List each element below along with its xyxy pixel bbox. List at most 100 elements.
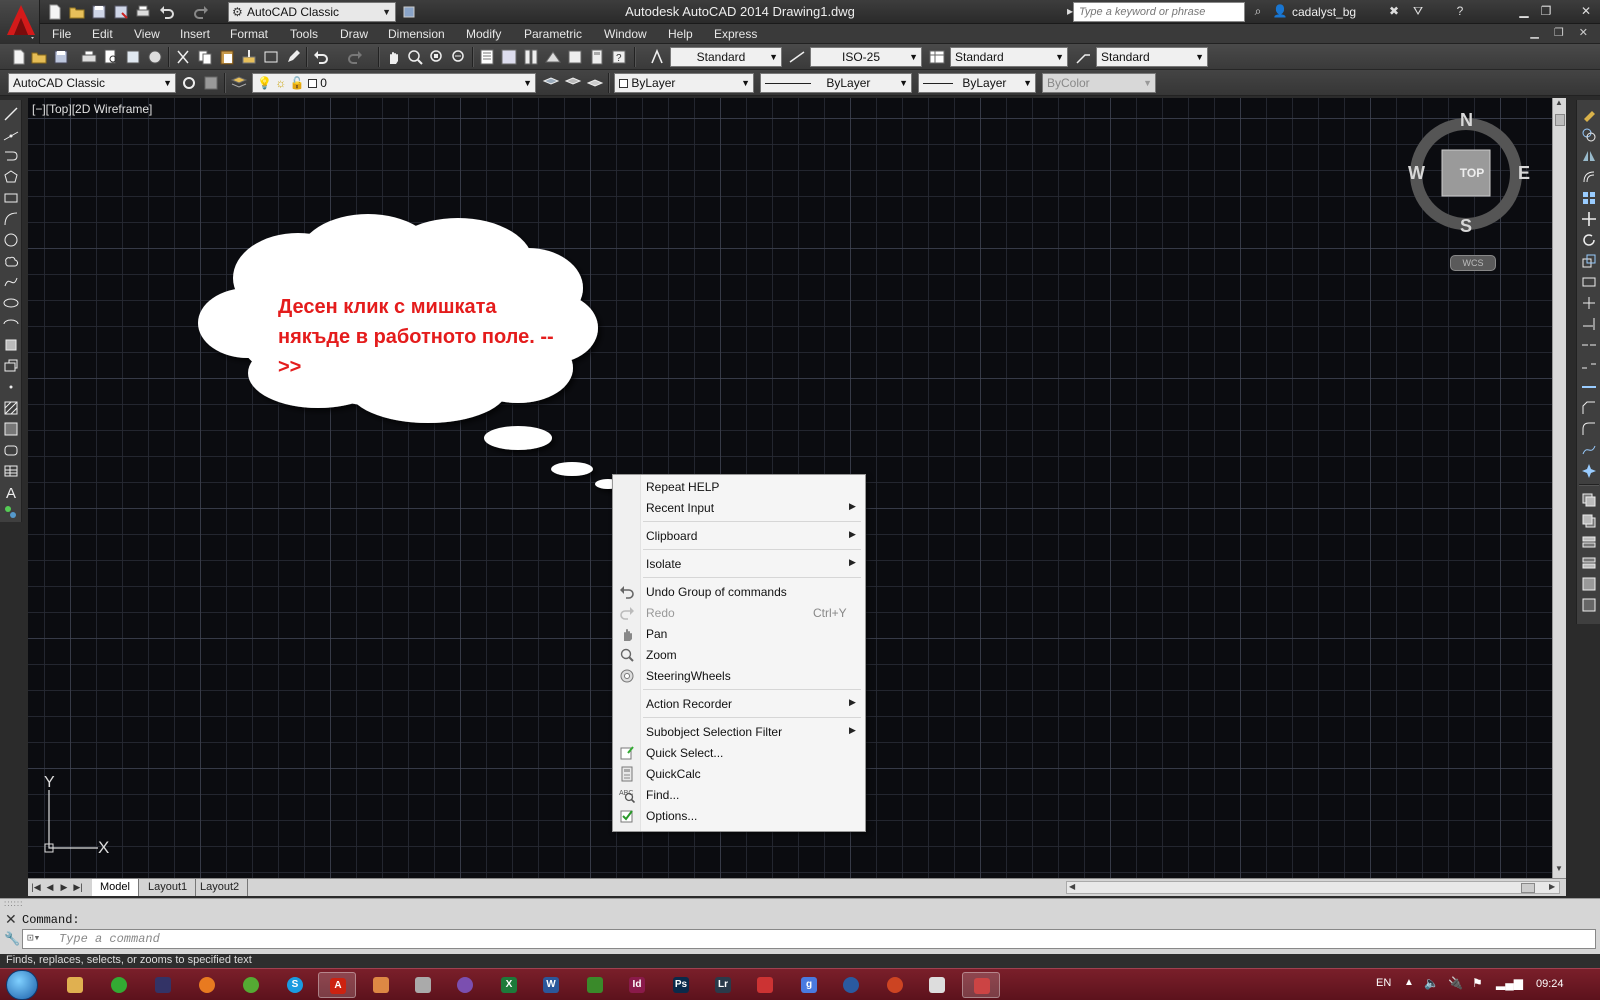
multileader-style-combo[interactable]: Standard ▼ [1096, 47, 1208, 67]
autocad-logo[interactable] [0, 0, 40, 44]
close-icon[interactable]: ✕ [1576, 2, 1596, 20]
menu-item-quick-select[interactable]: Quick Select... [613, 743, 865, 763]
send-under-icon[interactable] [1581, 555, 1597, 571]
scrollbar-thumb[interactable] [1555, 114, 1565, 126]
plot-preview-icon[interactable] [102, 48, 120, 66]
edit-icon[interactable] [284, 48, 302, 66]
move-icon[interactable] [1581, 211, 1597, 227]
network-icon[interactable]: ▂▄▆ [1496, 976, 1523, 990]
pan-icon[interactable] [384, 48, 402, 66]
scroll-down-icon[interactable]: ▼ [1555, 864, 1563, 873]
open-icon[interactable] [30, 48, 48, 66]
prev-tab-icon[interactable]: ◀ [44, 881, 56, 894]
text-style-combo[interactable]: Standard ▼ [670, 47, 782, 67]
taskbar-calendar[interactable] [918, 972, 956, 998]
cut-icon[interactable] [174, 48, 192, 66]
mleader-style-icon[interactable] [1074, 48, 1092, 66]
taskbar-itunes[interactable] [876, 972, 914, 998]
plot-icon[interactable] [80, 48, 98, 66]
menu-item-repeat-help[interactable]: Repeat HELP [613, 477, 865, 497]
action-center-icon[interactable]: ⚑ [1472, 976, 1483, 990]
menu-item-clipboard[interactable]: Clipboard ▶ [613, 526, 865, 546]
help-center-icon[interactable]: ⛛ [1408, 2, 1428, 20]
close-icon[interactable]: ✕ [5, 911, 17, 928]
insert-block-icon[interactable] [3, 337, 19, 353]
compass-west[interactable]: W [1408, 163, 1425, 184]
offset-icon[interactable] [1581, 169, 1597, 185]
print-icon[interactable] [134, 3, 152, 21]
menu-item-options[interactable]: Options... [613, 806, 865, 826]
rotate-icon[interactable] [1581, 232, 1597, 248]
undo-icon[interactable] [158, 3, 176, 21]
sheet-set-icon[interactable] [544, 48, 562, 66]
workspace-select[interactable]: ⚙ AutoCAD Classic ▼ [228, 2, 396, 22]
document-window-controls[interactable]: ▁ ❐ ✕ [1530, 26, 1594, 39]
scale-icon[interactable] [1581, 253, 1597, 269]
design-center-icon[interactable] [500, 48, 518, 66]
hatch-icon[interactable] [3, 400, 19, 416]
color-combo[interactable]: ByLayer ▼ [614, 73, 754, 93]
break-icon[interactable] [1581, 358, 1597, 374]
menu-item-quickcalc[interactable]: QuickCalc [613, 764, 865, 784]
make-block-icon[interactable] [3, 358, 19, 374]
workspace-settings-icon[interactable] [180, 74, 198, 92]
save-icon[interactable] [90, 3, 108, 21]
show-hidden-icons-icon[interactable]: ▲ [1404, 977, 1414, 988]
table-icon[interactable] [3, 463, 19, 479]
menu-draw[interactable]: Draw [340, 27, 368, 41]
menu-item-zoom[interactable]: Zoom [613, 645, 865, 665]
text-style-icon[interactable] [648, 48, 666, 66]
scroll-up-icon[interactable]: ▲ [1555, 98, 1563, 107]
taskbar-utorrent[interactable] [232, 972, 270, 998]
layer-states-icon[interactable] [586, 74, 604, 92]
taskbar-firefox[interactable] [188, 972, 226, 998]
tab-layout2[interactable]: Layout2 [192, 879, 249, 896]
scroll-right-icon[interactable]: ▶ [1549, 882, 1555, 891]
compass-east[interactable]: E [1518, 163, 1530, 184]
rectangle-icon[interactable] [3, 190, 19, 206]
chamfer-icon[interactable] [1581, 400, 1597, 416]
line-icon[interactable] [3, 106, 19, 122]
array-icon[interactable] [1581, 190, 1597, 206]
publish-icon[interactable] [124, 48, 142, 66]
compass-north[interactable]: N [1460, 110, 1473, 131]
layer-properties-icon[interactable] [230, 74, 248, 92]
taskbar-lightroom[interactable]: Lr [704, 972, 742, 998]
bring-above-icon[interactable] [1581, 534, 1597, 550]
taskbar-excel[interactable]: X [490, 972, 528, 998]
menu-tools[interactable]: Tools [290, 27, 318, 41]
menu-help[interactable]: Help [668, 27, 693, 41]
taskbar-calculator[interactable] [404, 972, 442, 998]
menu-edit[interactable]: Edit [92, 27, 113, 41]
3d-print-icon[interactable] [146, 48, 164, 66]
grip-icon[interactable]: :::::: [4, 899, 23, 908]
add-selected-icon[interactable] [3, 504, 19, 520]
taskbar-autocad[interactable]: A [318, 972, 356, 998]
layer-previous-icon[interactable] [564, 74, 582, 92]
menu-view[interactable]: View [134, 27, 160, 41]
menu-item-recent-input[interactable]: Recent Input ▶ [613, 498, 865, 518]
copy-icon[interactable] [196, 48, 214, 66]
maximize-icon[interactable]: ❐ [1536, 2, 1556, 20]
help-icon[interactable]: ? [610, 48, 628, 66]
construction-line-icon[interactable] [3, 127, 19, 143]
minimize-icon[interactable]: ▁ [1514, 2, 1534, 20]
join-icon[interactable] [1581, 379, 1597, 395]
save-as-icon[interactable] [112, 3, 130, 21]
search-input[interactable]: Type a keyword or phrase [1073, 2, 1245, 22]
save-icon[interactable] [52, 48, 70, 66]
horizontal-scrollbar[interactable]: ◀ ▶ [1066, 881, 1560, 894]
dim-style-icon[interactable] [788, 48, 806, 66]
last-tab-icon[interactable]: ▶| [72, 881, 84, 894]
copy-object-icon[interactable] [1581, 127, 1597, 143]
menu-item-find[interactable]: ABC Find... [613, 785, 865, 805]
markup-icon[interactable] [566, 48, 584, 66]
taskbar-google[interactable]: g [790, 972, 828, 998]
ellipse-icon[interactable] [3, 295, 19, 311]
user-icon[interactable]: 👤 [1270, 2, 1290, 20]
redo-icon[interactable] [346, 48, 364, 66]
redo-icon[interactable] [192, 3, 210, 21]
layer-combo[interactable]: 💡 ☼ 🔓 0 ▼ [252, 73, 536, 93]
exchange-icon[interactable]: ✖ [1384, 2, 1404, 20]
help-icon[interactable]: ? [1450, 2, 1470, 20]
